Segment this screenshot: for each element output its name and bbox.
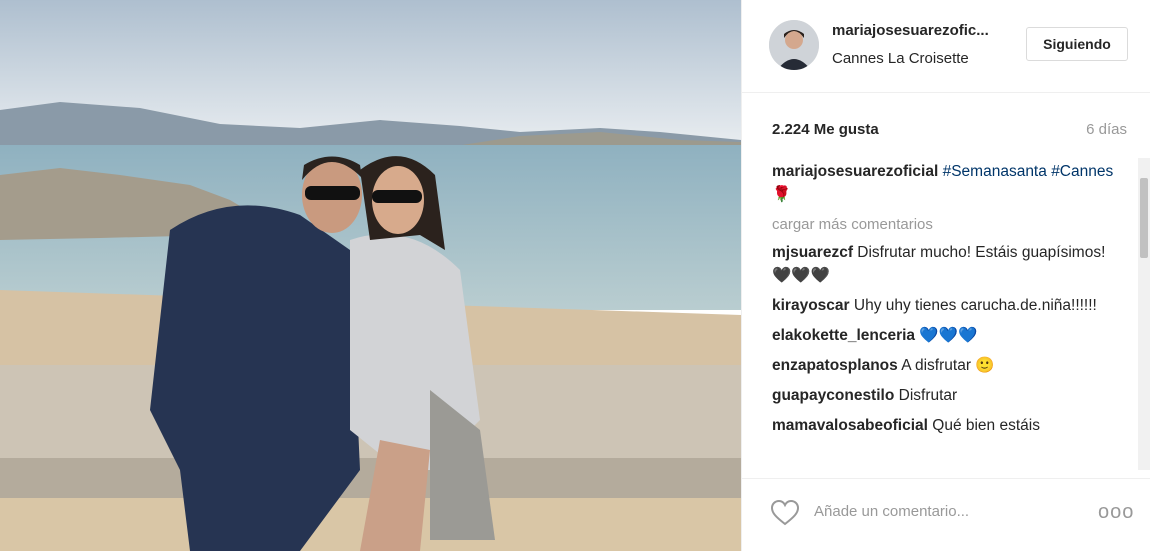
heart-icon[interactable] xyxy=(770,499,800,527)
comments-scrollbar[interactable] xyxy=(1138,158,1150,470)
rose-emoji: 🌹 xyxy=(772,186,792,203)
beach-photo-image xyxy=(0,0,741,551)
comment-username[interactable]: kirayoscar xyxy=(772,297,850,314)
comment-item: elakokette_lenceria 💙💙💙 xyxy=(772,324,1128,347)
likes-count[interactable]: 2.224 Me gusta xyxy=(772,121,879,138)
hashtag-semanasanta[interactable]: #Semanasanta xyxy=(943,163,1047,180)
comment-username[interactable]: elakokette_lenceria xyxy=(772,327,915,344)
post-location[interactable]: Cannes La Croisette xyxy=(832,50,969,67)
post-time[interactable]: 6 días xyxy=(1086,121,1127,138)
comment-item: mamavalosabeoficial Qué bien estáis xyxy=(772,414,1128,437)
comment-item: enzapatosplanos A disfrutar 🙂 xyxy=(772,354,1128,377)
avatar[interactable] xyxy=(769,20,819,70)
comment-username[interactable]: guapayconestilo xyxy=(772,387,894,404)
load-more-comments[interactable]: cargar más comentarios xyxy=(772,213,1128,236)
comment-text: Uhy uhy tienes carucha.de.niña!!!!!! xyxy=(853,297,1097,314)
add-comment-input[interactable]: Añade un comentario... xyxy=(814,503,969,520)
more-options-icon[interactable]: ooo xyxy=(1098,501,1134,524)
comment-text: 💙💙💙 xyxy=(919,327,978,344)
hashtag-cannes[interactable]: #Cannes xyxy=(1051,163,1113,180)
post-details-panel: mariajosesuarezofic... Cannes La Croiset… xyxy=(741,0,1150,551)
comment-item: mjsuarezcf Disfrutar mucho! Estáis guapí… xyxy=(772,241,1128,287)
comment-item: kirayoscar Uhy uhy tienes carucha.de.niñ… xyxy=(772,294,1128,317)
following-button[interactable]: Siguiendo xyxy=(1026,27,1128,61)
scrollbar-thumb[interactable] xyxy=(1140,178,1148,258)
comment-text: Disfrutar xyxy=(898,387,958,404)
comment-footer: Añade un comentario... ooo xyxy=(742,478,1150,552)
post-header: mariajosesuarezofic... Cannes La Croiset… xyxy=(742,0,1150,93)
comments-list[interactable]: mariajosesuarezoficial #Semanasanta #Can… xyxy=(772,160,1128,470)
comment-text: Qué bien estáis xyxy=(932,417,1040,434)
comment-text: A disfrutar 🙂 xyxy=(901,357,995,374)
caption-username[interactable]: mariajosesuarezoficial xyxy=(772,163,938,180)
comment-username[interactable]: mjsuarezcf xyxy=(772,244,853,261)
comment-username[interactable]: enzapatosplanos xyxy=(772,357,898,374)
post-photo[interactable] xyxy=(0,0,741,551)
avatar-image xyxy=(769,20,819,70)
comment-item: guapayconestilo Disfrutar xyxy=(772,384,1128,407)
post-username[interactable]: mariajosesuarezofic... xyxy=(832,22,989,39)
comment-username[interactable]: mamavalosabeoficial xyxy=(772,417,928,434)
caption: mariajosesuarezoficial #Semanasanta #Can… xyxy=(772,160,1128,206)
